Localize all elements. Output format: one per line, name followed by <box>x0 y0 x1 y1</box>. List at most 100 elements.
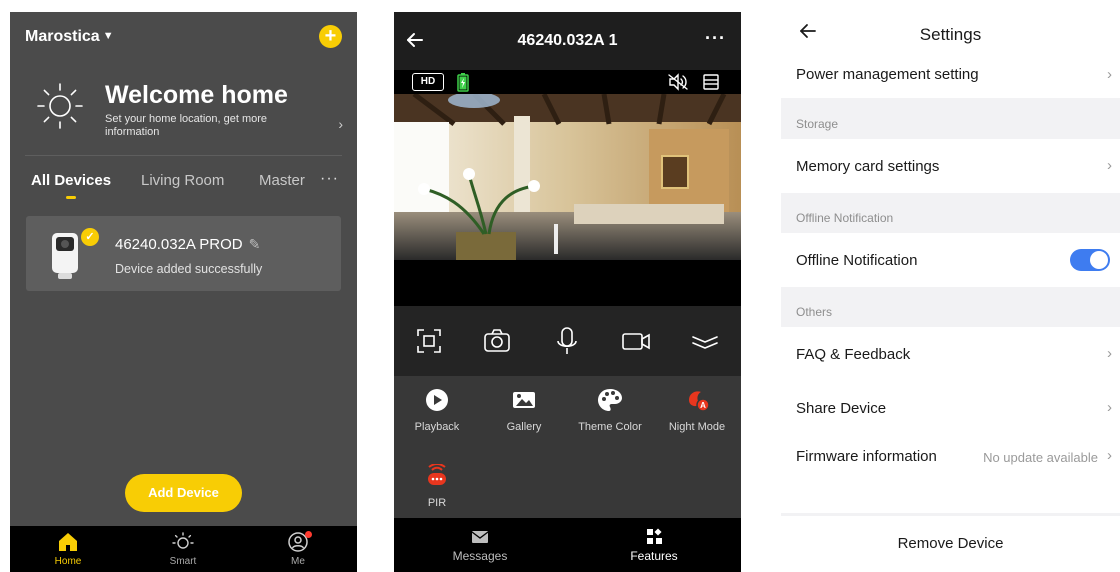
chevron-right-icon: › <box>1107 66 1112 83</box>
firmware-row[interactable]: Firmware information No update available… <box>781 435 1120 479</box>
location-label: Marostica <box>25 28 100 45</box>
tab-messages-label: Messages <box>452 549 508 563</box>
tabbar-me[interactable]: Me <box>268 530 328 567</box>
tabbar-home-label: Home <box>54 556 82 567</box>
divider <box>25 155 342 156</box>
battery-icon <box>457 73 469 92</box>
feature-pir[interactable]: PIR <box>397 464 477 509</box>
home-screen: Marostica ▼ + Welcome home Set your home … <box>10 12 357 572</box>
home-icon <box>59 533 77 551</box>
chevron-right-icon: › <box>1107 399 1112 416</box>
tabbar-smart-label: Smart <box>169 556 197 567</box>
add-device-button[interactable]: Add Device <box>125 474 242 512</box>
tab-living-room[interactable]: Living Room <box>141 172 224 189</box>
chevron-right-icon: › <box>1107 447 1112 464</box>
welcome-banner[interactable]: Welcome home Set your home location, get… <box>10 72 357 152</box>
home-header: Marostica ▼ + <box>10 12 357 62</box>
location-selector[interactable]: Marostica ▼ <box>25 28 114 46</box>
camera-controls <box>394 306 741 376</box>
tab-master[interactable]: Master <box>259 172 305 189</box>
speaker-mute-icon[interactable] <box>667 73 689 91</box>
bottom-tabbar: Home Smart Me <box>10 526 357 572</box>
camera-device-icon <box>52 233 78 279</box>
edit-pencil-icon[interactable]: ✎ <box>249 236 261 253</box>
camera-title: 46240.032A 1 <box>517 32 618 49</box>
tabbar-home[interactable]: Home <box>38 530 98 567</box>
share-device-label: Share Device <box>796 400 887 417</box>
power-management-label: Power management setting <box>796 66 979 83</box>
feature-playback-label: Playback <box>414 421 460 433</box>
feature-playback[interactable]: Playback <box>397 388 477 433</box>
offline-section-header: Offline Notification <box>796 211 894 225</box>
fullscreen-icon[interactable] <box>414 326 444 356</box>
smart-sun-icon <box>172 532 194 549</box>
grid-icon <box>647 528 662 544</box>
envelope-icon <box>471 531 489 543</box>
feature-theme-color[interactable]: Theme Color <box>570 388 650 433</box>
others-group: FAQ & Feedback › Share Device › Firmware… <box>781 327 1120 513</box>
others-section-header: Others <box>796 305 833 319</box>
memory-card-row[interactable]: Memory card settings › <box>781 139 1120 193</box>
firmware-label: Firmware information <box>796 448 937 465</box>
tab-features-label: Features <box>630 549 678 563</box>
microphone-icon[interactable] <box>552 326 582 356</box>
video-status-bar: HD <box>394 70 741 94</box>
tabbar-me-label: Me <box>291 556 305 567</box>
palette-icon <box>598 389 622 411</box>
tab-messages[interactable]: Messages <box>420 528 540 563</box>
offline-notification-row: Offline Notification <box>781 233 1120 287</box>
chevron-right-icon: › <box>1107 157 1112 174</box>
live-video-feed[interactable] <box>394 94 741 260</box>
tab-features[interactable]: Features <box>594 528 714 563</box>
settings-screen: Settings Power management setting › Stor… <box>781 12 1120 572</box>
faq-row[interactable]: FAQ & Feedback › <box>781 327 1120 381</box>
device-name: 46240.032A PROD <box>115 236 243 253</box>
tab-all-devices[interactable]: All Devices <box>31 172 111 189</box>
feature-theme-color-label: Theme Color <box>578 421 642 433</box>
remove-device-button[interactable]: Remove Device <box>781 516 1120 572</box>
feature-pir-label: PIR <box>427 497 447 509</box>
feature-gallery-label: Gallery <box>506 421 542 433</box>
active-tab-indicator <box>66 196 76 199</box>
layout-icon[interactable] <box>703 74 719 90</box>
settings-title: Settings <box>919 25 982 44</box>
camera-tabbar: Messages Features <box>394 518 741 572</box>
more-options-button[interactable]: ··· <box>705 28 726 49</box>
pir-sensor-icon <box>428 464 446 485</box>
device-name-row: 46240.032A PROD ✎ <box>115 236 260 253</box>
device-status: Device added successfully <box>115 262 263 276</box>
firmware-value: No update available <box>983 450 1098 465</box>
collapse-icon[interactable] <box>690 326 720 356</box>
chevron-right-icon: › <box>1107 345 1112 362</box>
video-letterbox <box>394 260 741 306</box>
checkmark-icon: ✓ <box>81 228 99 246</box>
settings-header: Settings <box>781 12 1120 54</box>
welcome-subtitle: Set your home location, get more informa… <box>105 113 268 138</box>
feature-night-mode[interactable]: A Night Mode <box>657 388 737 433</box>
share-device-row[interactable]: Share Device › <box>781 381 1120 435</box>
camera-screen: 46240.032A 1 ··· HD Playback Gallery The… <box>394 12 741 572</box>
device-card[interactable]: ✓ 46240.032A PROD ✎ Device added successf… <box>26 216 341 291</box>
add-plus-button[interactable]: + <box>319 25 342 48</box>
power-management-row[interactable]: Power management setting › <box>781 54 1120 98</box>
camera-icon[interactable] <box>482 326 512 356</box>
tabbar-smart[interactable]: Smart <box>153 530 213 567</box>
svg-text:A: A <box>700 401 706 410</box>
chevron-right-icon: › <box>338 116 343 132</box>
camera-header: 46240.032A 1 ··· <box>394 12 741 70</box>
feature-night-mode-label: Night Mode <box>668 421 726 433</box>
storage-section-header: Storage <box>796 117 839 131</box>
offline-notification-label: Offline Notification <box>796 252 918 269</box>
feature-gallery[interactable]: Gallery <box>484 388 564 433</box>
sun-icon <box>37 83 83 129</box>
gallery-icon <box>513 392 535 408</box>
memory-card-label: Memory card settings <box>796 158 940 175</box>
more-tabs-button[interactable]: ··· <box>320 170 339 188</box>
features-grid: Playback Gallery Theme Color A Night Mod… <box>394 376 741 518</box>
video-record-icon[interactable] <box>621 326 651 356</box>
offline-notification-toggle[interactable] <box>1070 249 1110 271</box>
faq-label: FAQ & Feedback <box>796 346 911 363</box>
hd-toggle[interactable]: HD <box>412 73 444 91</box>
play-circle-icon <box>426 389 448 411</box>
night-mode-icon: A <box>689 391 710 412</box>
